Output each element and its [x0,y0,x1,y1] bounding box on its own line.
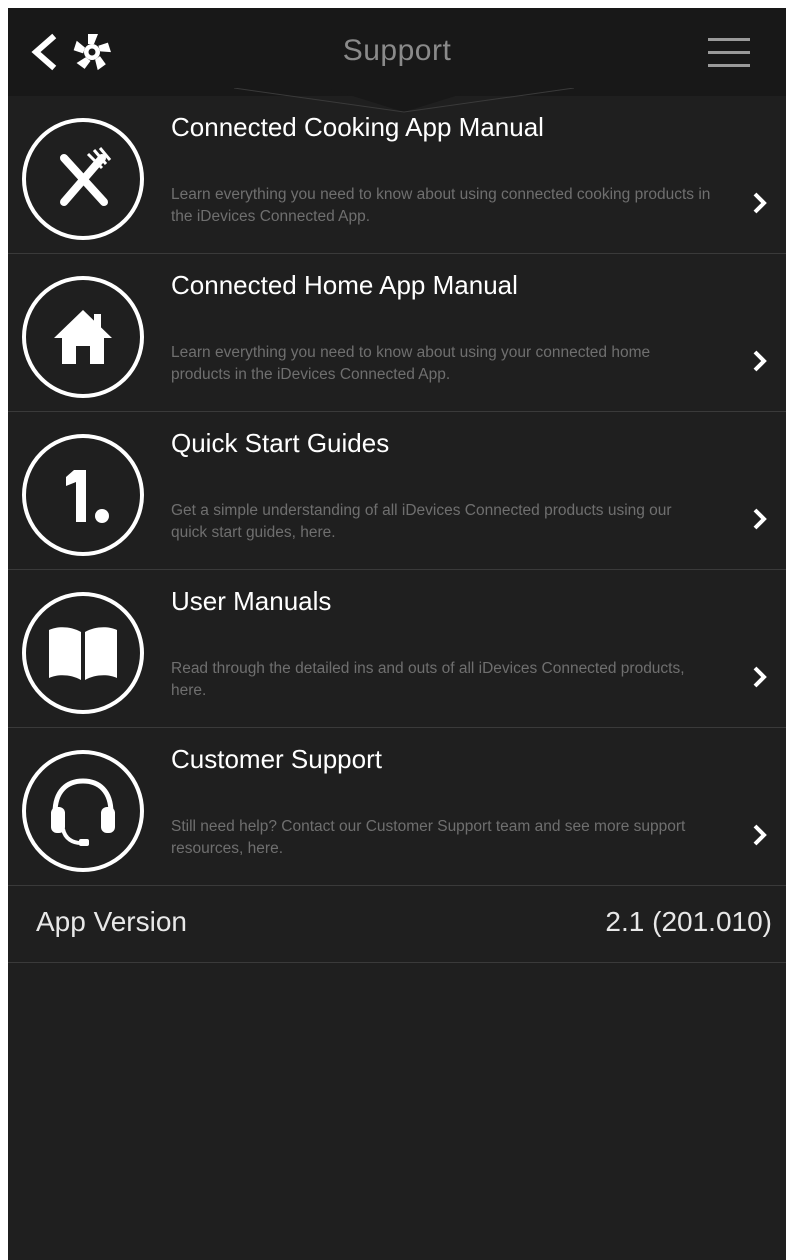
item-title: User Manuals [171,586,332,616]
fork-knife-icon [22,118,144,240]
item-description: Still need help? Contact our Customer Su… [171,818,686,857]
item-title: Quick Start Guides [171,428,390,458]
support-list: Connected Cooking App Manual Learn every… [8,96,786,963]
chevron-right-icon [753,824,767,846]
app-version-label: App Version [36,906,187,937]
chevron-right-icon [753,508,767,530]
book-icon [22,592,144,714]
item-title: Connected Home App Manual [171,270,518,300]
app-version-row: App Version 2.1 (201.010) [8,886,786,963]
hamburger-menu-icon [708,38,750,41]
chevron-right-icon [753,192,767,214]
list-item-cooking-manual[interactable]: Connected Cooking App Manual Learn every… [8,96,786,254]
header-bar: Support [8,8,786,96]
chevron-right-icon [753,350,767,372]
list-item-home-manual[interactable]: Connected Home App Manual Learn everythi… [8,254,786,412]
headset-icon [22,750,144,872]
home-icon [22,276,144,398]
item-description: Get a simple understanding of all iDevic… [171,502,672,541]
list-item-user-manuals[interactable]: User Manuals Read through the detailed i… [8,570,786,728]
number-one-icon [22,434,144,556]
list-item-customer-support[interactable]: Customer Support Still need help? Contac… [8,728,786,886]
item-description: Learn everything you need to know about … [171,186,711,225]
page-title: Support [342,34,452,67]
item-title: Customer Support [171,744,382,774]
list-item-quick-start[interactable]: Quick Start Guides Get a simple understa… [8,412,786,570]
item-description: Learn everything you need to know about … [171,344,651,383]
item-description: Read through the detailed ins and outs o… [171,660,685,699]
support-screen: Support Connected Cooking App Manual Lea… [8,8,786,1260]
item-title: Connected Cooking App Manual [171,112,544,142]
menu-button[interactable] [708,36,754,70]
chevron-right-icon [753,666,767,688]
app-version-value: 2.1 (201.010) [605,906,772,937]
